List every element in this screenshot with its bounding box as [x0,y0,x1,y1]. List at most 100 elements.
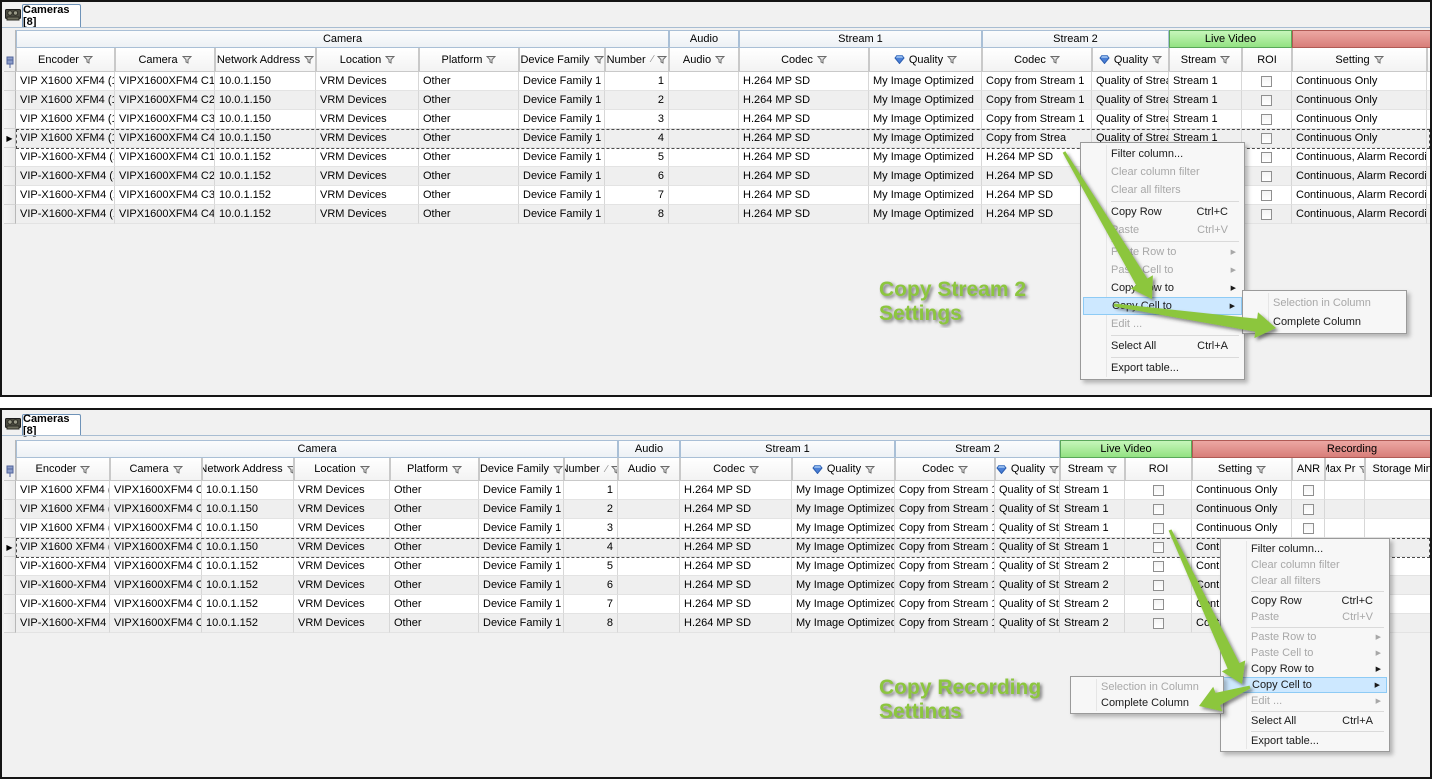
table-cell-family[interactable]: Device Family 1 [519,129,605,148]
table-cell-s1codec[interactable]: H.264 MP SD [680,614,792,633]
table-cell-number[interactable]: 1 [564,481,618,500]
menu-item-edit[interactable]: Edit ...▶ [1223,693,1387,709]
table-cell-s1codec[interactable]: H.264 MP SD [680,595,792,614]
column-header-roi[interactable]: ROI [1125,458,1192,481]
table-cell-location[interactable]: VRM Devices [316,110,419,129]
table-cell-anr[interactable] [1292,519,1325,538]
table-cell-encoder[interactable]: VIP X1600 XFM4 (10. [16,110,115,129]
table-cell-s2codec[interactable]: H.264 MP SD [982,186,1092,205]
table-cell-audio[interactable] [669,110,739,129]
table-cell-s2quality[interactable]: Quality of Strea [1092,72,1169,91]
table-cell-camera[interactable]: VIPX1600XFM4 C3 [110,519,202,538]
column-header-camera[interactable]: Camera [110,458,202,481]
table-cell-location[interactable]: VRM Devices [294,500,390,519]
table-cell-location[interactable]: VRM Devices [294,576,390,595]
menu-item-clear-column-filter[interactable]: Clear column filter [1083,163,1242,181]
table-cell-family[interactable]: Device Family 1 [519,205,605,224]
table-cell-number[interactable]: 8 [564,614,618,633]
menu-item-paste[interactable]: PasteCtrl+V [1083,221,1242,239]
table-cell-platform[interactable]: Other [419,167,519,186]
checkbox-unchecked[interactable] [1153,561,1164,572]
table-cell-platform[interactable]: Other [390,557,479,576]
column-header-network[interactable]: Network Address [215,48,316,72]
menu-item-copy-row-to[interactable]: Copy Row to▶ [1223,661,1387,677]
table-cell-s1quality[interactable]: My Image Optimized [869,91,982,110]
table-cell-s2codec[interactable]: Copy from Stream 1 [895,576,995,595]
row-header[interactable] [4,500,16,519]
table-cell-roi[interactable] [1242,110,1292,129]
table-cell-roi[interactable] [1242,186,1292,205]
table-cell-s1quality[interactable]: My Image Optimized [792,519,895,538]
table-cell-setting[interactable]: Continuous, Alarm Recordin [1292,148,1427,167]
table-cell-storage[interactable] [1365,481,1432,500]
table-cell-audio[interactable] [618,576,680,595]
table-cell-anr[interactable] [1292,500,1325,519]
table-cell-setting[interactable]: Continuous Only [1292,72,1427,91]
column-header-number[interactable]: Number∕ [564,458,618,481]
menu-item-paste-row-to[interactable]: Paste Row to▶ [1223,629,1387,645]
table-cell-family[interactable]: Device Family 1 [519,186,605,205]
menu-item-export-table[interactable]: Export table... [1083,359,1242,377]
table-cell-setting[interactable]: Continuous, Alarm Recordin [1292,186,1427,205]
column-header-location[interactable]: Location [294,458,390,481]
table-cell-number[interactable]: 6 [564,576,618,595]
table-cell-s1codec[interactable]: H.264 MP SD [680,557,792,576]
column-header-anr[interactable]: ANR [1427,48,1432,72]
checkbox-unchecked[interactable] [1261,209,1272,220]
table-cell-camera[interactable]: VIPX1600XFM4 C1 [115,72,215,91]
table-cell-family[interactable]: Device Family 1 [479,557,564,576]
table-cell-roi[interactable] [1125,557,1192,576]
column-header-camera[interactable]: Camera [115,48,215,72]
table-cell-camera[interactable]: VIPX1600XFM4 C4r [110,614,202,633]
table-cell-roi[interactable] [1242,91,1292,110]
table-cell-roi[interactable] [1125,500,1192,519]
table-cell-s1quality[interactable]: My Image Optimized [792,538,895,557]
table-cell-s1quality[interactable]: My Image Optimized [869,72,982,91]
table-cell-family[interactable]: Device Family 1 [519,167,605,186]
column-header-platform[interactable]: Platform [390,458,479,481]
table-cell-anr[interactable] [1427,129,1432,148]
table-cell-s2quality[interactable]: Quality of Strea [995,519,1060,538]
table-cell-family[interactable]: Device Family 1 [479,595,564,614]
table-cell-s2codec[interactable]: Copy from Stream 1 [895,519,995,538]
row-header[interactable] [4,557,16,576]
row-header[interactable] [4,110,16,129]
column-header-s2quality[interactable]: Quality [1092,48,1169,72]
table-cell-s2codec[interactable]: H.264 MP SD [982,167,1092,186]
table-cell-network[interactable]: 10.0.1.150 [202,500,294,519]
table-cell-number[interactable]: 5 [605,148,669,167]
checkbox-unchecked[interactable] [1153,523,1164,534]
table-cell-encoder[interactable]: VIP-X1600-XFM4 (10. [16,576,110,595]
table-cell-platform[interactable]: Other [419,186,519,205]
table-cell-lvstream[interactable]: Stream 2 [1060,557,1125,576]
table-cell-roi[interactable] [1125,595,1192,614]
table-cell-s1quality[interactable]: My Image Optimized [869,167,982,186]
table-cell-s1quality[interactable]: My Image Optimized [792,576,895,595]
table-cell-encoder[interactable]: VIP-X1600-XFM4 (10. [16,205,115,224]
table-cell-s2codec[interactable]: Copy from Stream 1 [982,91,1092,110]
table-cell-network[interactable]: 10.0.1.152 [215,205,316,224]
table-cell-audio[interactable] [618,481,680,500]
table-cell-setting[interactable]: Continuous Only [1292,129,1427,148]
table-cell-anr[interactable] [1427,205,1432,224]
checkbox-unchecked[interactable] [1261,152,1272,163]
column-header-anr[interactable]: ANR [1292,458,1325,481]
table-cell-network[interactable]: 10.0.1.152 [202,557,294,576]
menu-item-filter-column[interactable]: Filter column... [1083,145,1242,163]
table-cell-family[interactable]: Device Family 1 [519,110,605,129]
table-cell-number[interactable]: 2 [605,91,669,110]
table-cell-s2codec[interactable]: Copy from Stream 1 [982,110,1092,129]
column-header-storage[interactable]: Storage Min Ti [1365,458,1432,481]
row-header[interactable] [4,91,16,110]
table-cell-location[interactable]: VRM Devices [294,557,390,576]
menu-item-export-table[interactable]: Export table... [1223,733,1387,749]
table-cell-location[interactable]: VRM Devices [294,595,390,614]
table-cell-roi[interactable] [1125,519,1192,538]
table-cell-anr[interactable] [1427,148,1432,167]
table-cell-camera[interactable]: VIPX1600XFM4 C4r [115,205,215,224]
table-cell-audio[interactable] [669,205,739,224]
table-cell-platform[interactable]: Other [419,148,519,167]
table-cell-maxpr[interactable] [1325,519,1365,538]
table-cell-lvstream[interactable]: Stream 1 [1169,91,1242,110]
table-cell-storage[interactable] [1365,500,1432,519]
